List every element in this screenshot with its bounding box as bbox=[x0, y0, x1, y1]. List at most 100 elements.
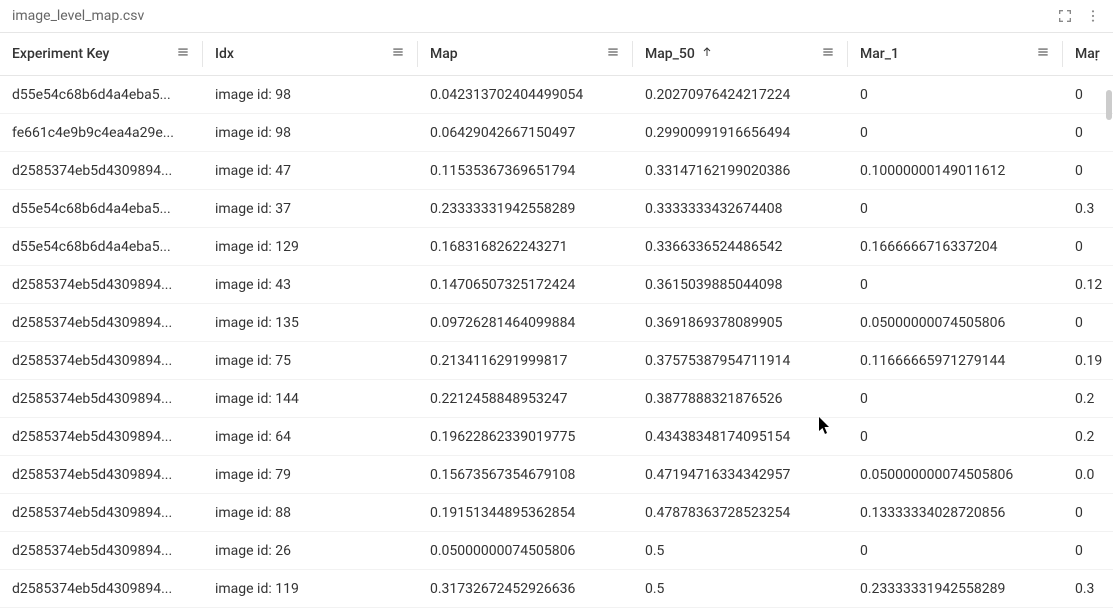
cell-mar1: 0 bbox=[848, 543, 1062, 559]
cell-map_cut: 0 bbox=[1063, 543, 1113, 559]
cell-mar1: 0.1666666716337204 bbox=[848, 239, 1062, 255]
cell-exp_key: d55e54c68b6d4a4eba5... bbox=[0, 201, 202, 217]
cell-idx: image id: 37 bbox=[203, 201, 417, 217]
cell-exp_key: d2585374eb5d4309894... bbox=[0, 543, 202, 559]
cell-map_cut: 0.2 bbox=[1063, 429, 1113, 445]
cell-mar1: 0 bbox=[848, 429, 1062, 445]
table-row[interactable]: d2585374eb5d4309894...image id: 1440.221… bbox=[0, 380, 1113, 418]
cell-idx: image id: 144 bbox=[203, 391, 417, 407]
cell-mar1: 0 bbox=[848, 277, 1062, 293]
cell-map50: 0.47878363728523254 bbox=[633, 505, 847, 521]
cell-map: 0.14706507325172424 bbox=[418, 277, 632, 293]
column-menu-icon[interactable] bbox=[821, 45, 835, 63]
cell-map: 0.15673567354679108 bbox=[418, 467, 632, 483]
column-header-label: Map bbox=[430, 46, 458, 62]
cell-map_cut: 0.3 bbox=[1063, 201, 1113, 217]
cell-idx: image id: 79 bbox=[203, 467, 417, 483]
column-menu-icon[interactable] bbox=[1036, 45, 1050, 63]
cell-map_cut: 0 bbox=[1063, 315, 1113, 331]
cell-idx: image id: 43 bbox=[203, 277, 417, 293]
column-header-label: Map_50 bbox=[645, 46, 695, 62]
sort-asc-icon bbox=[701, 46, 713, 62]
cell-map_cut: 0.19 bbox=[1063, 353, 1113, 369]
cell-map: 0.11535367369651794 bbox=[418, 163, 632, 179]
table-row[interactable]: fe661c4e9b9c4ea4a29e...image id: 980.064… bbox=[0, 114, 1113, 152]
cell-idx: image id: 88 bbox=[203, 505, 417, 521]
column-header-exp_key[interactable]: Experiment Key bbox=[0, 33, 202, 75]
table-row[interactable]: d2585374eb5d4309894...image id: 880.1915… bbox=[0, 494, 1113, 532]
cell-exp_key: d2585374eb5d4309894... bbox=[0, 353, 202, 369]
column-header-idx[interactable]: Idx bbox=[203, 33, 417, 75]
fullscreen-icon[interactable] bbox=[1057, 8, 1073, 24]
cell-map50: 0.33147162199020386 bbox=[633, 163, 847, 179]
cell-map: 0.05000000074505806 bbox=[418, 543, 632, 559]
cell-idx: image id: 119 bbox=[203, 581, 417, 597]
cell-map: 0.06429042667150497 bbox=[418, 125, 632, 141]
column-menu-icon[interactable] bbox=[176, 45, 190, 63]
table-row[interactable]: d2585374eb5d4309894...image id: 790.1567… bbox=[0, 456, 1113, 494]
cell-map_cut: 0.0 bbox=[1063, 467, 1113, 483]
cell-mar1: 0.13333334028720856 bbox=[848, 505, 1062, 521]
cell-map_cut: 0.12 bbox=[1063, 277, 1113, 293]
cell-map_cut: 0 bbox=[1063, 163, 1113, 179]
column-menu-icon[interactable] bbox=[606, 45, 620, 63]
cell-mar1: 0.050000000074505806 bbox=[848, 467, 1062, 483]
cell-map_cut: 0.3 bbox=[1063, 581, 1113, 597]
cell-map: 0.1683168262243271 bbox=[418, 239, 632, 255]
cell-idx: image id: 75 bbox=[203, 353, 417, 369]
cell-map50: 0.43438348174095154 bbox=[633, 429, 847, 445]
cell-map: 0.19151344895362854 bbox=[418, 505, 632, 521]
cell-map50: 0.3615039885044098 bbox=[633, 277, 847, 293]
cell-map50: 0.37575387954711914 bbox=[633, 353, 847, 369]
cell-mar1: 0.10000000149011612 bbox=[848, 163, 1062, 179]
cell-map: 0.31732672452926636 bbox=[418, 581, 632, 597]
cell-exp_key: d2585374eb5d4309894... bbox=[0, 163, 202, 179]
cell-map50: 0.47194716334342957 bbox=[633, 467, 847, 483]
cell-exp_key: d2585374eb5d4309894... bbox=[0, 505, 202, 521]
cell-idx: image id: 129 bbox=[203, 239, 417, 255]
table-row[interactable]: d2585374eb5d4309894...image id: 470.1153… bbox=[0, 152, 1113, 190]
titlebar: image_level_map.csv bbox=[0, 0, 1113, 32]
cell-map_cut: 0 bbox=[1063, 239, 1113, 255]
column-header-map_cut[interactable]: Maṛ bbox=[1063, 33, 1113, 75]
cell-exp_key: d2585374eb5d4309894... bbox=[0, 581, 202, 597]
cell-idx: image id: 47 bbox=[203, 163, 417, 179]
more-vertical-icon[interactable] bbox=[1085, 8, 1101, 24]
column-header-label: Experiment Key bbox=[12, 46, 109, 62]
table-row[interactable]: d2585374eb5d4309894...image id: 1350.097… bbox=[0, 304, 1113, 342]
cell-map50: 0.3691869378089905 bbox=[633, 315, 847, 331]
cell-map: 0.2134116291999817 bbox=[418, 353, 632, 369]
table-row[interactable]: d55e54c68b6d4a4eba5...image id: 980.0423… bbox=[0, 76, 1113, 114]
table-row[interactable]: d2585374eb5d4309894...image id: 430.1470… bbox=[0, 266, 1113, 304]
cell-idx: image id: 64 bbox=[203, 429, 417, 445]
column-header-mar1[interactable]: Mar_1 bbox=[848, 33, 1062, 75]
table-row[interactable]: d55e54c68b6d4a4eba5...image id: 1290.168… bbox=[0, 228, 1113, 266]
cell-exp_key: d2585374eb5d4309894... bbox=[0, 277, 202, 293]
table-row[interactable]: d55e54c68b6d4a4eba5...image id: 370.2333… bbox=[0, 190, 1113, 228]
cell-map50: 0.3333333432674408 bbox=[633, 201, 847, 217]
cell-exp_key: d2585374eb5d4309894... bbox=[0, 391, 202, 407]
column-header-label: Maṛ bbox=[1075, 46, 1100, 62]
cell-map50: 0.29900991916656494 bbox=[633, 125, 847, 141]
column-menu-icon[interactable] bbox=[391, 45, 405, 63]
cell-map_cut: 0.2 bbox=[1063, 391, 1113, 407]
table-row[interactable]: d2585374eb5d4309894...image id: 640.1962… bbox=[0, 418, 1113, 456]
cell-mar1: 0 bbox=[848, 201, 1062, 217]
table-row[interactable]: d2585374eb5d4309894...image id: 1190.317… bbox=[0, 570, 1113, 608]
table-row[interactable]: d2585374eb5d4309894...image id: 750.2134… bbox=[0, 342, 1113, 380]
data-table: Experiment Key Idx Map Map_50 Mar_1 Maṛ d55e5… bbox=[0, 32, 1113, 608]
cell-exp_key: fe661c4e9b9c4ea4a29e... bbox=[0, 125, 202, 141]
cell-idx: image id: 135 bbox=[203, 315, 417, 331]
cell-map_cut: 0 bbox=[1063, 125, 1113, 141]
vertical-scrollbar-thumb[interactable] bbox=[1106, 90, 1112, 120]
table-row[interactable]: d2585374eb5d4309894...image id: 260.0500… bbox=[0, 532, 1113, 570]
cell-exp_key: d2585374eb5d4309894... bbox=[0, 429, 202, 445]
cell-map50: 0.5 bbox=[633, 543, 847, 559]
cell-map: 0.2212458848953247 bbox=[418, 391, 632, 407]
cell-idx: image id: 98 bbox=[203, 125, 417, 141]
column-header-map50[interactable]: Map_50 bbox=[633, 33, 847, 75]
cell-map50: 0.5 bbox=[633, 581, 847, 597]
column-header-map[interactable]: Map bbox=[418, 33, 632, 75]
cell-mar1: 0 bbox=[848, 391, 1062, 407]
cell-map50: 0.3877888321876526 bbox=[633, 391, 847, 407]
